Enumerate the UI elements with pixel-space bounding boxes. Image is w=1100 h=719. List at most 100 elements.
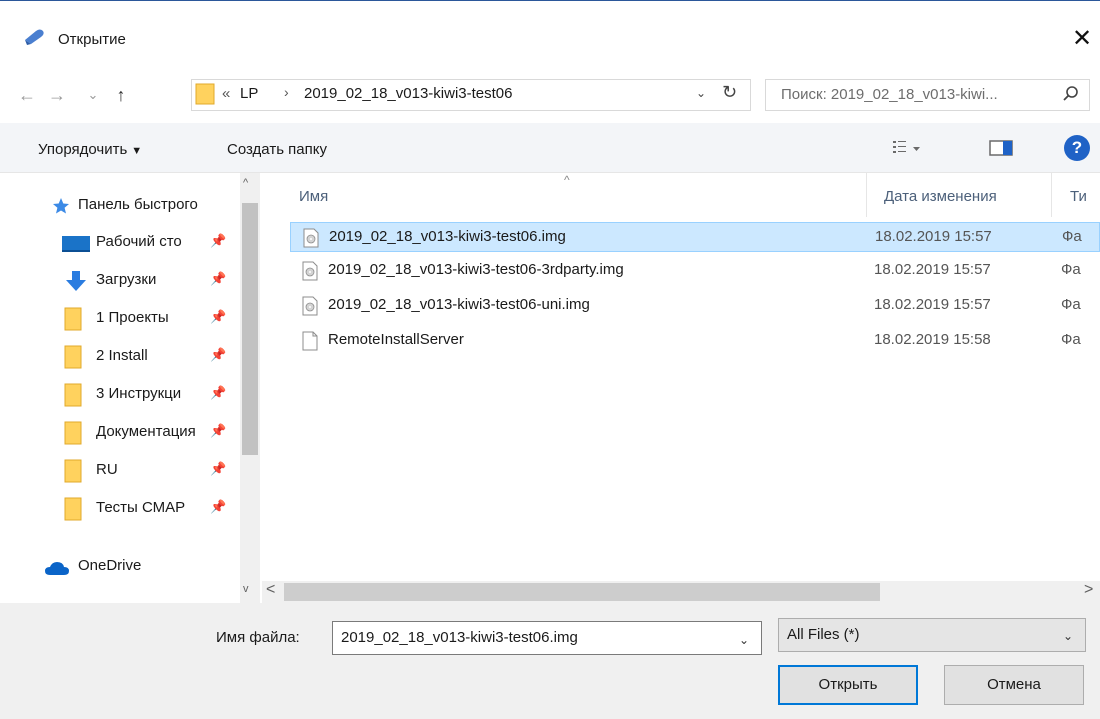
sidebar-item-instructions[interactable]: 3 Инструкци 📌 <box>0 376 240 414</box>
scroll-up-arrow[interactable]: ^ <box>243 177 248 189</box>
file-name: RemoteInstallServer <box>328 331 464 348</box>
downloads-icon <box>66 271 86 291</box>
disc-image-icon <box>303 228 319 248</box>
sidebar-item-tests-smap[interactable]: Тесты СМАР 📌 <box>0 490 240 528</box>
file-type: Фа <box>1062 228 1082 245</box>
window-title: Открытие <box>58 31 126 48</box>
scrollbar-thumb[interactable] <box>242 203 258 455</box>
file-row[interactable]: 2019_02_18_v013-kiwi3-test06.img 18.02.2… <box>290 222 1100 252</box>
sidebar-item-label: OneDrive <box>78 557 142 574</box>
sidebar-item-documentation[interactable]: Документация 📌 <box>0 414 240 452</box>
filename-label-text: Имя файла: <box>216 629 300 646</box>
chevron-down-icon[interactable]: ⌄ <box>739 633 749 647</box>
sidebar-item-onedrive[interactable]: OneDrive <box>0 548 240 586</box>
navigation-pane: Панель быстрого Рабочий сто 📌 Загрузки 📌… <box>0 173 262 603</box>
scrollbar-thumb[interactable] <box>284 583 880 601</box>
sidebar-item-label: 3 Инструкци <box>96 385 182 402</box>
recent-locations-button[interactable]: ⌄ <box>84 81 102 109</box>
address-dropdown-button[interactable]: ⌄ <box>696 86 706 100</box>
sidebar-item-label: Документация <box>96 423 196 440</box>
sidebar-item-install[interactable]: 2 Install 📌 <box>0 338 240 376</box>
file-row[interactable]: 2019_02_18_v013-kiwi3-test06-uni.img 18.… <box>290 291 1100 321</box>
sidebar-item-label: Рабочий сто <box>96 233 182 250</box>
column-divider[interactable] <box>866 173 867 217</box>
file-date: 18.02.2019 15:58 <box>874 331 991 348</box>
chevron-down-icon: ▼ <box>131 145 143 157</box>
folder-icon <box>64 345 82 369</box>
sort-indicator-icon: ^ <box>564 173 570 187</box>
pin-icon[interactable]: 📌 <box>210 461 226 477</box>
breadcrumb-overflow[interactable]: « <box>222 85 230 102</box>
view-options-icon[interactable] <box>891 138 923 160</box>
preview-pane-icon[interactable] <box>989 138 1013 158</box>
back-button[interactable]: ← <box>16 81 38 109</box>
forward-button[interactable]: → <box>46 81 68 109</box>
search-input[interactable]: Поиск: 2019_02_18_v013-kiwi... <box>781 86 998 103</box>
onedrive-icon <box>45 562 69 575</box>
file-icon <box>302 331 318 351</box>
sidebar-scrollbar[interactable]: ^ v <box>240 173 260 603</box>
help-icon[interactable]: ? <box>1064 135 1090 161</box>
sidebar-item-label: Загрузки <box>96 271 157 288</box>
title-bar <box>0 1 1100 41</box>
pin-icon[interactable]: 📌 <box>210 385 226 401</box>
close-button[interactable]: ✕ <box>1064 21 1100 57</box>
file-row[interactable]: 2019_02_18_v013-kiwi3-test06-3rdparty.im… <box>290 256 1100 286</box>
sidebar-item-label: 1 Проекты <box>96 309 169 326</box>
breadcrumb-separator[interactable]: › <box>284 84 289 100</box>
file-name: 2019_02_18_v013-kiwi3-test06-3rdparty.im… <box>328 261 624 278</box>
command-bar <box>0 123 1100 173</box>
star-icon <box>53 198 69 214</box>
column-divider[interactable] <box>1051 173 1052 217</box>
breadcrumb-item[interactable]: LP <box>240 85 258 102</box>
sidebar-item-quick-access[interactable]: Панель быстрого <box>0 187 240 225</box>
column-header-row: ^ Имя Дата изменения Ти <box>262 173 1100 217</box>
open-button[interactable]: Открыть <box>778 665 918 705</box>
open-file-dialog: Открытие ✕ ← → ⌄ ↑ « LP › 2019_02_18_v01… <box>0 0 1100 719</box>
pin-icon[interactable]: 📌 <box>210 271 226 287</box>
file-row[interactable]: RemoteInstallServer 18.02.2019 15:58 Фа <box>290 326 1100 356</box>
sidebar-item-desktop[interactable]: Рабочий сто 📌 <box>0 224 240 262</box>
new-folder-button[interactable]: Создать папку <box>227 141 327 158</box>
disc-image-icon <box>302 296 318 316</box>
organize-label: Упорядочить <box>38 141 128 158</box>
folder-icon <box>195 83 215 105</box>
file-list-scrollbar[interactable]: < > <box>262 581 1100 603</box>
column-header-name[interactable]: Имя <box>299 188 328 205</box>
file-type: Фа <box>1061 296 1081 313</box>
cancel-button[interactable]: Отмена <box>944 665 1084 705</box>
pin-icon[interactable]: 📌 <box>210 233 226 249</box>
scroll-right-arrow[interactable]: > <box>1084 581 1093 599</box>
disc-image-icon <box>302 261 318 281</box>
scroll-left-arrow[interactable]: < <box>266 581 275 599</box>
sidebar-item-ru[interactable]: RU 📌 <box>0 452 240 490</box>
column-header-type[interactable]: Ти <box>1070 188 1087 205</box>
filename-input[interactable]: 2019_02_18_v013-kiwi3-test06.img <box>332 621 762 655</box>
sidebar-item-label: 2 Install <box>96 347 148 364</box>
folder-icon <box>64 459 82 483</box>
up-button[interactable]: ↑ <box>110 81 132 109</box>
pin-icon[interactable]: 📌 <box>210 423 226 439</box>
folder-icon <box>64 383 82 407</box>
pin-icon[interactable]: 📌 <box>210 347 226 363</box>
chevron-down-icon[interactable]: ⌄ <box>1063 629 1073 643</box>
open-button-label: Открыть <box>818 676 878 693</box>
refresh-button[interactable]: ↻ <box>722 82 737 103</box>
scroll-down-arrow[interactable]: v <box>243 583 249 595</box>
column-header-date[interactable]: Дата изменения <box>884 188 997 205</box>
open-dialog-icon <box>25 29 44 45</box>
filetype-select[interactable]: All Files (*) <box>778 618 1086 652</box>
sidebar-item-downloads[interactable]: Загрузки 📌 <box>0 262 240 300</box>
search-icon[interactable] <box>1062 85 1080 103</box>
file-type: Фа <box>1061 261 1081 278</box>
pin-icon[interactable]: 📌 <box>210 499 226 515</box>
folder-icon <box>64 421 82 445</box>
sidebar-item-projects[interactable]: 1 Проекты 📌 <box>0 300 240 338</box>
file-name: 2019_02_18_v013-kiwi3-test06.img <box>329 228 566 245</box>
file-date: 18.02.2019 15:57 <box>874 296 991 313</box>
file-type: Фа <box>1061 331 1081 348</box>
pin-icon[interactable]: 📌 <box>210 309 226 325</box>
file-date: 18.02.2019 15:57 <box>875 228 992 245</box>
organize-button[interactable]: Упорядочить ▼ <box>38 141 142 158</box>
breadcrumb-item[interactable]: 2019_02_18_v013-kiwi3-test06 <box>304 85 512 102</box>
